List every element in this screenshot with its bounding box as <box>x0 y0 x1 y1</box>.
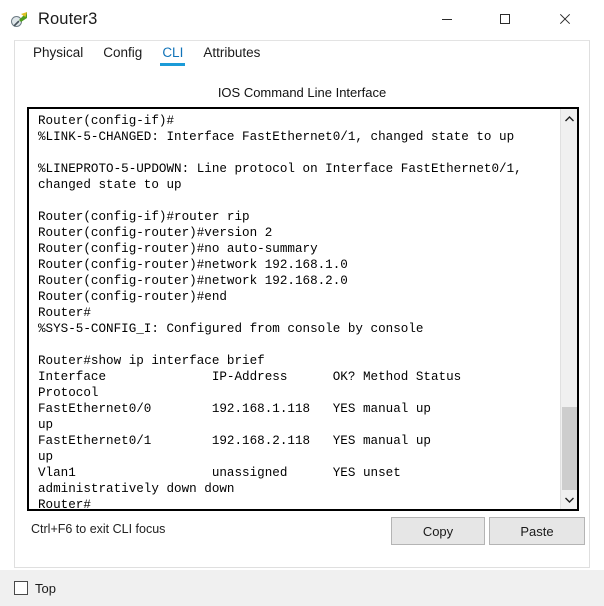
title-bar: Router3 <box>0 0 604 38</box>
copy-button[interactable]: Copy <box>391 517 485 545</box>
bottom-bar: Top <box>0 570 604 606</box>
cli-line: Protocol <box>38 386 99 400</box>
scroll-up-button[interactable] <box>561 109 577 128</box>
top-checkbox[interactable] <box>14 581 28 595</box>
cli-line <box>38 145 558 161</box>
chevron-down-icon <box>565 497 574 503</box>
tab-config-label: Config <box>103 45 143 60</box>
cli-output-text[interactable]: Router(config-if)# %LINK-5-CHANGED: Inter… <box>29 109 562 509</box>
cli-line <box>38 193 558 209</box>
close-button[interactable] <box>542 0 588 38</box>
cli-terminal-area[interactable]: Router(config-if)# %LINK-5-CHANGED: Inter… <box>27 107 579 511</box>
scroll-down-button[interactable] <box>561 490 577 509</box>
maximize-button[interactable] <box>482 0 528 38</box>
tab-attributes[interactable]: Attributes <box>193 41 270 73</box>
cli-line: Router(config-if)#router rip <box>38 210 250 224</box>
paste-button[interactable]: Paste <box>489 517 585 545</box>
maximize-icon <box>500 14 510 24</box>
close-icon <box>559 13 571 25</box>
cli-line: administratively down down <box>38 482 235 496</box>
chevron-up-icon <box>565 115 574 121</box>
cli-line: Interface IP-Address OK? Method Status <box>38 370 462 384</box>
cli-line: Router(config-router)#end <box>38 290 227 304</box>
cli-line: up <box>38 450 54 464</box>
minimize-button[interactable] <box>424 0 470 38</box>
paste-button-label: Paste <box>520 523 554 539</box>
cli-line: FastEthernet0/1 192.168.2.118 YES manual… <box>38 434 431 448</box>
tab-physical-label: Physical <box>33 45 84 60</box>
cli-line: Router# <box>38 498 91 509</box>
cli-line: Router(config-if)# <box>38 114 175 128</box>
cli-line: Router(config-router)#network 192.168.2.… <box>38 274 348 288</box>
tab-cli[interactable]: CLI <box>152 41 193 73</box>
cli-line: Vlan1 unassigned YES unset <box>38 466 401 480</box>
tab-config[interactable]: Config <box>93 41 152 73</box>
window-title: Router3 <box>38 9 98 28</box>
device-panel: Physical Config CLI Attributes IOS Comma… <box>14 40 590 568</box>
terminal-scrollbar[interactable] <box>560 109 577 509</box>
tab-cli-label: CLI <box>162 45 184 60</box>
router-device-icon <box>10 9 30 29</box>
cli-line: Router(config-router)#network 192.168.1.… <box>38 258 348 272</box>
cli-line: Router# <box>38 306 91 320</box>
cli-line: %SYS-5-CONFIG_I: Configured from console… <box>38 322 424 336</box>
top-checkbox-label: Top <box>35 580 56 596</box>
cli-line: %LINEPROTO-5-UPDOWN: Line protocol on In… <box>38 162 522 176</box>
scrollbar-thumb[interactable] <box>562 407 577 491</box>
minimize-icon <box>442 19 452 20</box>
cli-line <box>38 337 558 353</box>
tab-physical[interactable]: Physical <box>23 41 93 73</box>
cli-focus-hint: Ctrl+F6 to exit CLI focus <box>31 522 166 536</box>
cli-line: %LINK-5-CHANGED: Interface FastEthernet0… <box>38 130 515 144</box>
cli-line: up <box>38 418 54 432</box>
cli-line: Router(config-router)#no auto-summary <box>38 242 318 256</box>
tab-bar: Physical Config CLI Attributes <box>15 41 589 73</box>
cli-line: FastEthernet0/0 192.168.1.118 YES manual… <box>38 402 431 416</box>
tab-attributes-label: Attributes <box>203 45 261 60</box>
cli-section-title: IOS Command Line Interface <box>217 85 387 100</box>
cli-line: changed state to up <box>38 178 182 192</box>
cli-line: Router(config-router)#version 2 <box>38 226 273 240</box>
router-cli-window: Router3 Physical Config CLI Attributes I… <box>0 0 604 606</box>
copy-button-label: Copy <box>422 523 454 539</box>
cli-line: Router#show ip interface brief <box>38 354 265 368</box>
